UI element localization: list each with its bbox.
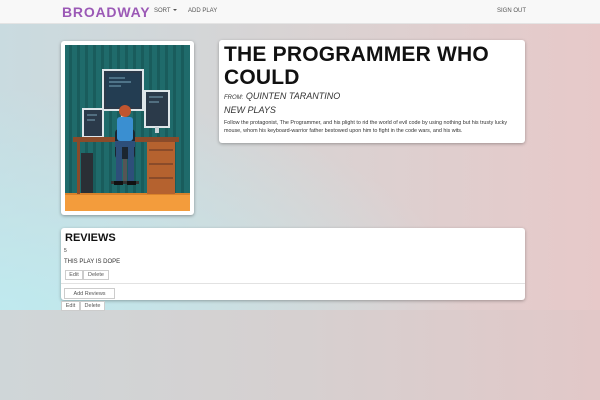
page-footer-area (0, 310, 600, 400)
reviews-divider (61, 283, 525, 284)
author-name: QUINTEN TARANTINO (245, 91, 341, 101)
play-details-card: THE PROGRAMMER WHO COULD FROM: QUINTEN T… (219, 40, 525, 143)
caret-down-icon (172, 9, 177, 12)
edit-button[interactable]: Edit (61, 301, 80, 311)
brand-logo[interactable]: BROADWAY (62, 4, 150, 20)
delete-button[interactable]: Delete (80, 301, 105, 311)
sign-out-link[interactable]: SIGN OUT (497, 8, 526, 14)
review-edit-button[interactable]: Edit (65, 270, 83, 280)
top-navbar: BROADWAY SORT ADD PLAY SIGN OUT (0, 0, 600, 24)
play-author: FROM: QUINTEN TARANTINO (224, 91, 520, 101)
reviews-card: REVIEWS 5 THIS PLAY IS DOPE Edit Delete … (61, 228, 525, 300)
add-play-link[interactable]: ADD PLAY (188, 8, 217, 14)
reviews-heading: REVIEWS (65, 232, 116, 244)
play-title: THE PROGRAMMER WHO COULD (224, 43, 489, 89)
play-genre: NEW PLAYS (224, 105, 276, 115)
review-text: THIS PLAY IS DOPE (64, 259, 121, 265)
sort-label: SORT (154, 8, 171, 14)
review-delete-button[interactable]: Delete (83, 270, 109, 280)
play-poster-card (61, 41, 194, 215)
add-reviews-button[interactable]: Add Reviews (64, 288, 115, 299)
programmer-poster-image (65, 45, 190, 211)
sort-dropdown[interactable]: SORT (154, 8, 177, 14)
review-score: 5 (64, 248, 67, 254)
play-description: Follow the protagonist, The Programmer, … (224, 120, 508, 134)
from-label: FROM: (224, 95, 244, 101)
